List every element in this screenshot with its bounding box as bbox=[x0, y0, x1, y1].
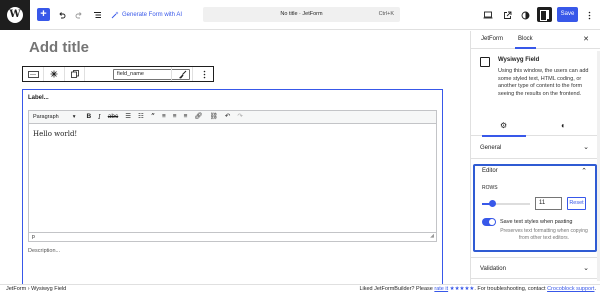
save-styles-toggle[interactable] bbox=[482, 218, 496, 226]
italic-icon[interactable]: I bbox=[98, 114, 101, 121]
undo-icon[interactable] bbox=[57, 8, 67, 22]
breadcrumb: JetForm › Wysiwyg Field bbox=[6, 286, 66, 292]
styles-contrast-icon[interactable]: ◐ bbox=[561, 121, 566, 130]
undo-editor-icon[interactable]: ↶ bbox=[225, 113, 230, 121]
element-path: p ◢ bbox=[28, 233, 437, 242]
rating-stars[interactable]: ★★★★★ bbox=[450, 286, 475, 292]
wordpress-logo-icon[interactable]: W bbox=[0, 0, 30, 30]
remove-link-icon[interactable]: ⛓︎ bbox=[210, 113, 218, 121]
view-external-icon[interactable] bbox=[501, 8, 513, 22]
wysiwyg-toolbar: Paragraph ▾ B I abc ☰ ☷ ” ≡ ≡ ≡ 🔗︎ ⛓︎ ↶ … bbox=[28, 110, 437, 124]
save-button[interactable]: Save bbox=[557, 7, 578, 22]
format-select[interactable]: Paragraph ▾ bbox=[33, 114, 79, 120]
footer-message: Liked JetFormBuilder? Please rate it ★★★… bbox=[359, 286, 596, 292]
close-icon[interactable]: ✕ bbox=[583, 35, 589, 43]
sidebar-tabs: JetForm Block ✕ bbox=[471, 31, 600, 49]
editor-panel-title[interactable]: Editor bbox=[482, 168, 498, 174]
chevron-down-icon: ▾ bbox=[72, 114, 76, 120]
save-styles-label: Save text styles when pasting bbox=[500, 219, 573, 225]
clear-style-brush-icon[interactable] bbox=[171, 67, 193, 81]
options-menu-icon[interactable] bbox=[585, 8, 593, 22]
resize-handle-icon[interactable]: ◢ bbox=[430, 232, 434, 240]
numbered-list-icon[interactable]: ☷ bbox=[138, 113, 144, 121]
tab-jetform[interactable]: JetForm bbox=[481, 36, 503, 42]
redo-editor-icon[interactable]: ↷ bbox=[237, 113, 242, 121]
tab-block[interactable]: Block bbox=[515, 36, 536, 49]
bold-icon[interactable]: B bbox=[86, 113, 91, 121]
footer-suffix: . For troubleshooting, contact bbox=[474, 286, 548, 292]
add-block-button[interactable]: + bbox=[37, 8, 50, 21]
insert-link-icon[interactable]: 🔗︎ bbox=[194, 113, 202, 121]
validation-panel-toggle[interactable]: Validation ⌄ bbox=[471, 257, 600, 279]
align-right-icon[interactable]: ≡ bbox=[184, 113, 188, 121]
document-title: No title · JetForm bbox=[280, 11, 323, 17]
reset-button[interactable]: Reset bbox=[567, 197, 586, 210]
generate-form-ai-button[interactable]: Generate Form with AI bbox=[111, 11, 182, 19]
preview-device-icon[interactable] bbox=[482, 8, 494, 22]
settings-gear-icon[interactable]: ⚙ bbox=[481, 121, 527, 137]
wysiwyg-field-block[interactable]: Label... Paragraph ▾ B I abc ☰ ☷ ” ≡ ≡ ≡… bbox=[22, 89, 443, 292]
footer-end: . bbox=[594, 286, 596, 292]
element-path-label: p bbox=[32, 234, 35, 240]
generate-form-ai-label: Generate Form with AI bbox=[122, 12, 183, 18]
field-description-input[interactable]: Description... bbox=[28, 248, 60, 254]
general-panel-toggle[interactable]: General ⌄ bbox=[471, 137, 600, 159]
wysiwyg-block-icon bbox=[480, 57, 490, 67]
chevron-down-icon: ⌄ bbox=[583, 265, 589, 272]
styles-half-circle-icon[interactable] bbox=[519, 8, 531, 22]
chevron-down-icon: ⌄ bbox=[583, 144, 589, 151]
align-left-icon[interactable]: ≡ bbox=[162, 113, 166, 121]
rate-link[interactable]: rate it bbox=[434, 286, 448, 292]
document-bar[interactable]: No title · JetForm Ctrl+K bbox=[203, 7, 400, 22]
post-title-input[interactable]: Add title bbox=[29, 39, 89, 56]
shortcut-hint: Ctrl+K bbox=[378, 11, 394, 17]
document-overview-icon[interactable] bbox=[92, 8, 102, 22]
chevron-up-icon[interactable]: ⌃ bbox=[581, 167, 587, 175]
settings-sidebar-toggle-icon[interactable] bbox=[537, 7, 552, 22]
settings-sidebar: JetForm Block ✕ Wysiwyg Field Using this… bbox=[470, 31, 600, 284]
general-panel-title: General bbox=[480, 145, 502, 151]
rows-slider-thumb[interactable] bbox=[489, 200, 497, 207]
field-label-input[interactable]: Label... bbox=[28, 95, 49, 101]
block-description: Using this window, the users can add som… bbox=[498, 68, 589, 97]
footer-bar: JetForm › Wysiwyg Field Liked JetFormBui… bbox=[0, 284, 600, 293]
drag-handle-icon[interactable] bbox=[44, 67, 65, 81]
rows-number-input[interactable]: 11 bbox=[535, 197, 562, 210]
magic-wand-icon bbox=[111, 11, 119, 19]
block-options-icon[interactable] bbox=[194, 67, 214, 81]
breadcrumb-item-wysiwyg[interactable]: Wysiwyg Field bbox=[31, 286, 66, 292]
editor-canvas: Add title field_name Label... Paragraph … bbox=[0, 31, 470, 292]
save-styles-help: Preserves text formatting when copying f… bbox=[500, 228, 588, 241]
bullet-list-icon[interactable]: ☰ bbox=[125, 113, 131, 121]
strikethrough-icon[interactable]: abc bbox=[108, 113, 118, 121]
support-link[interactable]: Crocoblock support bbox=[547, 286, 594, 292]
block-type-icon[interactable] bbox=[23, 67, 44, 81]
breadcrumb-item-jetform[interactable]: JetForm bbox=[6, 286, 26, 292]
blockquote-icon[interactable]: ” bbox=[151, 113, 155, 121]
copy-block-icon[interactable] bbox=[65, 67, 85, 81]
rows-label: ROWS bbox=[482, 185, 498, 191]
format-select-value: Paragraph bbox=[33, 114, 59, 120]
align-center-icon[interactable]: ≡ bbox=[173, 113, 177, 121]
editor-panel: Editor ⌃ ROWS 11 Reset Save text styles … bbox=[473, 164, 597, 252]
block-toolbar: field_name bbox=[22, 66, 214, 82]
footer-prefix: Liked JetFormBuilder? Please bbox=[359, 286, 435, 292]
settings-style-tabs: ⚙ ◐ bbox=[471, 116, 600, 137]
validation-panel-title: Validation bbox=[480, 266, 506, 272]
wysiwyg-content-area[interactable]: Hello world! bbox=[28, 124, 437, 233]
top-toolbar: W + Generate Form with AI No title · Jet… bbox=[0, 0, 600, 30]
redo-icon[interactable] bbox=[74, 8, 84, 22]
block-name: Wysiwyg Field bbox=[498, 57, 540, 63]
